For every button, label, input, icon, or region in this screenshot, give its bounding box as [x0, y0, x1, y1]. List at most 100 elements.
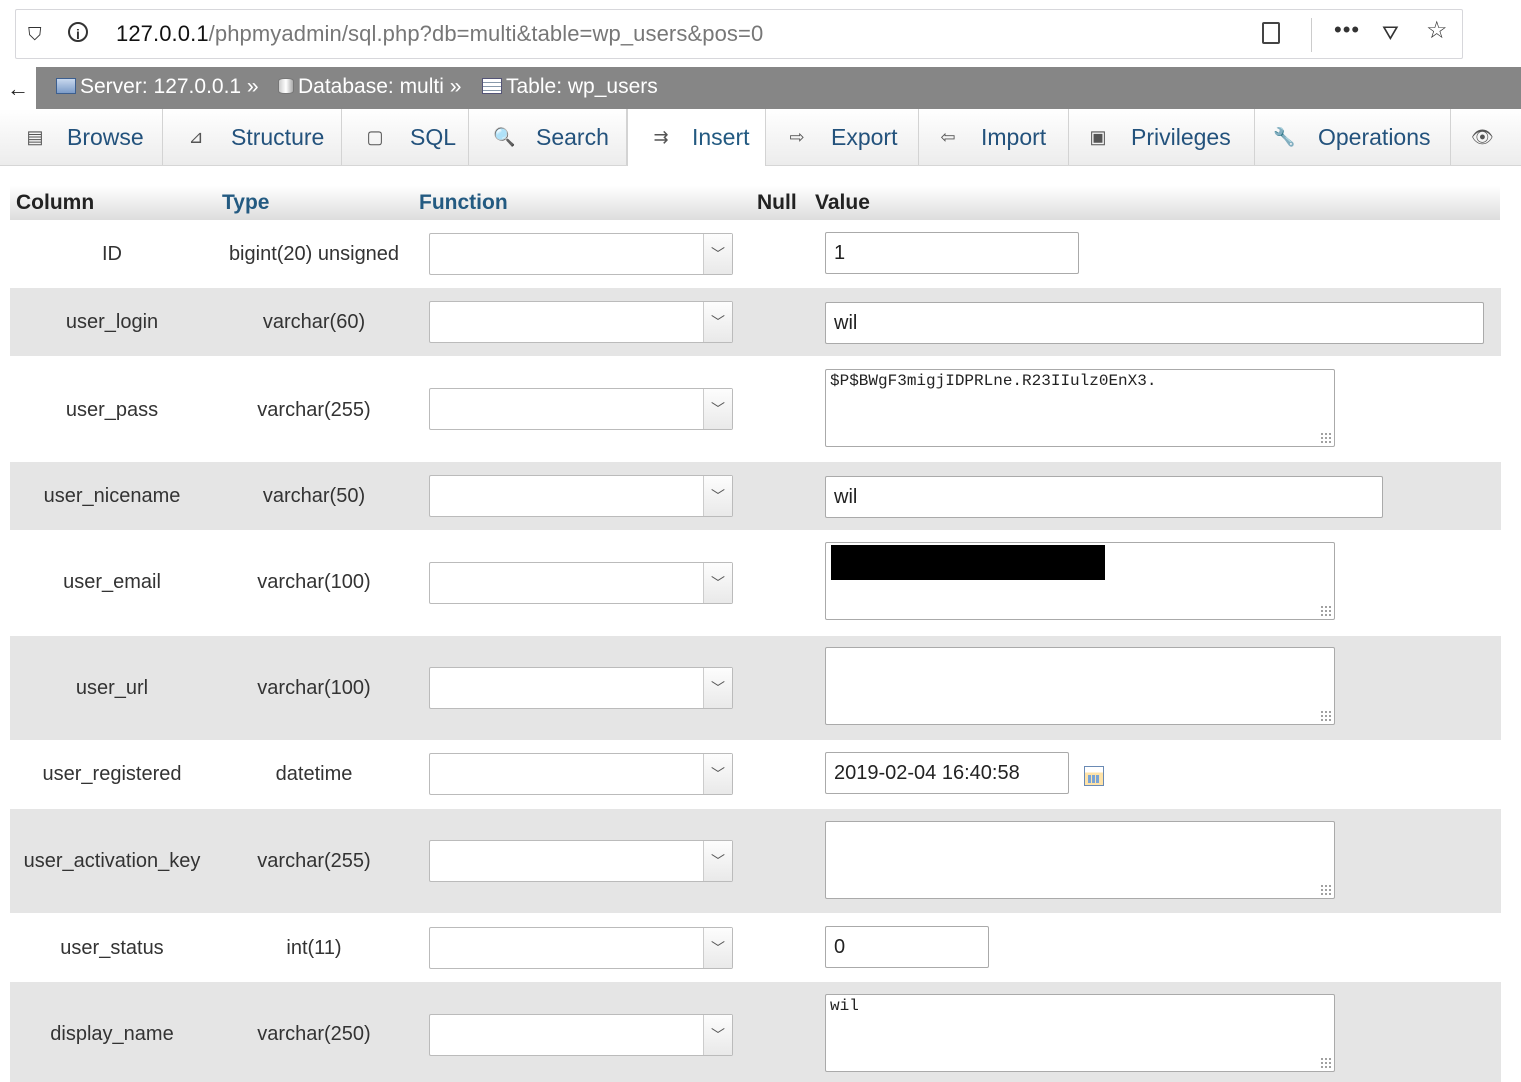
privileges-icon: ▣	[1089, 127, 1107, 147]
chevron-down-icon: ﹀	[703, 389, 732, 429]
column-name: ID	[102, 243, 122, 265]
import-icon: ⇦	[940, 127, 956, 147]
toolbar-divider	[1311, 18, 1312, 52]
table-row: user_email varchar(100) ﹀	[10, 530, 1501, 636]
insert-table-header: Column Type Function Null Value	[10, 186, 1500, 220]
table-row: user_activation_key varchar(255) ﹀	[10, 809, 1501, 913]
calendar-icon[interactable]	[1084, 766, 1104, 786]
value-textarea[interactable]	[825, 647, 1335, 725]
tab-search[interactable]: 🔍 Search	[469, 109, 627, 165]
value-input[interactable]: wil	[825, 476, 1383, 518]
function-header[interactable]: Function	[419, 191, 508, 215]
function-select[interactable]: ﹀	[429, 475, 733, 517]
resize-grip-icon[interactable]	[1320, 710, 1332, 722]
datetime-input[interactable]: 2019-02-04 16:40:58	[825, 752, 1069, 794]
reader-view-icon[interactable]	[1262, 22, 1280, 44]
column-type: bigint(20) unsigned	[228, 243, 400, 265]
tab-structure[interactable]: ⊿ Structure	[163, 109, 342, 165]
wrench-icon: 🔧	[1273, 127, 1296, 147]
chevron-down-icon: ﹀	[703, 668, 732, 708]
tab-sql[interactable]: ▢ SQL	[342, 109, 469, 165]
resize-grip-icon[interactable]	[1320, 1057, 1332, 1069]
value-input[interactable]: 1	[825, 232, 1079, 274]
column-type: varchar(50)	[262, 485, 366, 507]
insert-icon: ⇉	[653, 127, 669, 147]
resize-grip-icon[interactable]	[1320, 605, 1332, 617]
table-row: ID bigint(20) unsigned ﹀ 1	[10, 220, 1501, 288]
tab-export[interactable]: ⇨ Export	[766, 109, 919, 165]
value-textarea[interactable]: wil	[825, 994, 1335, 1072]
resize-grip-icon[interactable]	[1320, 432, 1332, 444]
redaction-block	[831, 545, 1105, 580]
function-select[interactable]: ﹀	[429, 840, 733, 882]
value-header: Value	[815, 191, 870, 214]
table-row: user_pass varchar(255) ﹀ $P$BWgF3migjIDP…	[10, 356, 1501, 462]
tab-privileges[interactable]: ▣ Privileges	[1069, 109, 1255, 165]
chevron-down-icon: ﹀	[703, 302, 732, 342]
table-row: display_name varchar(250) ﹀ wil	[10, 982, 1501, 1082]
table-row: user_status int(11) ﹀ 0	[10, 913, 1501, 982]
column-type: varchar(250)	[257, 1023, 371, 1045]
function-select[interactable]: ﹀	[429, 1014, 733, 1056]
value-textarea[interactable]: $P$BWgF3migjIDPRLne.R23IIulz0EnX3.	[825, 369, 1335, 447]
function-select[interactable]: ﹀	[429, 388, 733, 430]
breadcrumb: ← Server: 127.0.0.1 » Database: multi » …	[0, 67, 1521, 109]
url-text[interactable]: 127.0.0.1/phpmyadmin/sql.php?db=multi&ta…	[116, 21, 763, 47]
function-select[interactable]: ﹀	[429, 562, 733, 604]
value-textarea[interactable]	[825, 542, 1335, 620]
column-type: varchar(255)	[257, 399, 371, 421]
table-row: user_url varchar(100) ﹀	[10, 636, 1501, 740]
back-arrow-icon[interactable]: ←	[0, 67, 36, 109]
server-icon	[56, 78, 76, 94]
breadcrumb-database[interactable]: Database: multi »	[278, 75, 461, 99]
column-header: Column	[16, 191, 95, 214]
chevron-down-icon: ﹀	[703, 1015, 732, 1055]
column-type: int(11)	[286, 937, 342, 959]
column-name: user_url	[75, 677, 149, 699]
column-name: user_login	[65, 311, 159, 333]
column-type: varchar(100)	[257, 677, 371, 699]
chevron-down-icon: ﹀	[703, 476, 732, 516]
chevron-down-icon: ﹀	[703, 234, 732, 274]
bookmark-star-icon[interactable]: ☆	[1426, 19, 1448, 43]
chevron-down-icon: ﹀	[703, 928, 732, 968]
column-type: varchar(60)	[262, 311, 366, 333]
column-name: user_email	[63, 571, 161, 593]
function-select[interactable]: ﹀	[429, 667, 733, 709]
tab-operations[interactable]: 🔧 Operations	[1255, 109, 1451, 165]
function-select[interactable]: ﹀	[429, 753, 733, 795]
tab-browse[interactable]: ▤ Browse	[10, 109, 163, 165]
column-name: user_registered	[42, 763, 182, 785]
database-icon	[278, 78, 294, 94]
column-name: display_name	[50, 1023, 174, 1045]
structure-icon: ⊿	[188, 127, 204, 147]
url-bar[interactable]: ⛉ i 127.0.0.1/phpmyadmin/sql.php?db=mult…	[15, 9, 1463, 59]
function-select[interactable]: ﹀	[429, 927, 733, 969]
chevron-down-icon: ﹀	[703, 841, 732, 881]
table-row: user_login varchar(60) ﹀ wil	[10, 288, 1501, 356]
null-header: Null	[757, 191, 797, 214]
breadcrumb-server[interactable]: Server: 127.0.0.1 »	[56, 75, 259, 99]
resize-grip-icon[interactable]	[1320, 884, 1332, 896]
tab-tracking[interactable]: 👁	[1451, 109, 1521, 165]
pocket-icon[interactable]: ⛛	[1382, 22, 1399, 46]
function-select[interactable]: ﹀	[429, 233, 733, 275]
tab-insert[interactable]: ⇉ Insert	[627, 109, 766, 166]
function-select[interactable]: ﹀	[429, 301, 733, 343]
tab-bar: ▤ Browse ⊿ Structure ▢ SQL 🔍 Search ⇉ Insert …	[0, 109, 1521, 166]
shield-icon[interactable]: ⛉	[28, 22, 42, 46]
value-input[interactable]: wil	[825, 302, 1484, 344]
value-input[interactable]: 0	[825, 926, 989, 968]
sql-icon: ▢	[366, 127, 384, 147]
info-icon[interactable]: i	[68, 22, 88, 42]
column-name: user_status	[60, 937, 164, 959]
table-row: user_nicename varchar(50) ﹀ wil	[10, 462, 1501, 530]
more-icon[interactable]: •••	[1334, 18, 1360, 42]
column-type: varchar(255)	[257, 850, 371, 872]
type-header[interactable]: Type	[222, 191, 269, 215]
value-textarea[interactable]	[825, 821, 1335, 899]
export-icon: ⇨	[789, 127, 805, 147]
breadcrumb-table[interactable]: Table: wp_users	[482, 75, 658, 99]
tab-import[interactable]: ⇦ Import	[919, 109, 1069, 165]
column-name: user_activation_key	[23, 850, 201, 872]
